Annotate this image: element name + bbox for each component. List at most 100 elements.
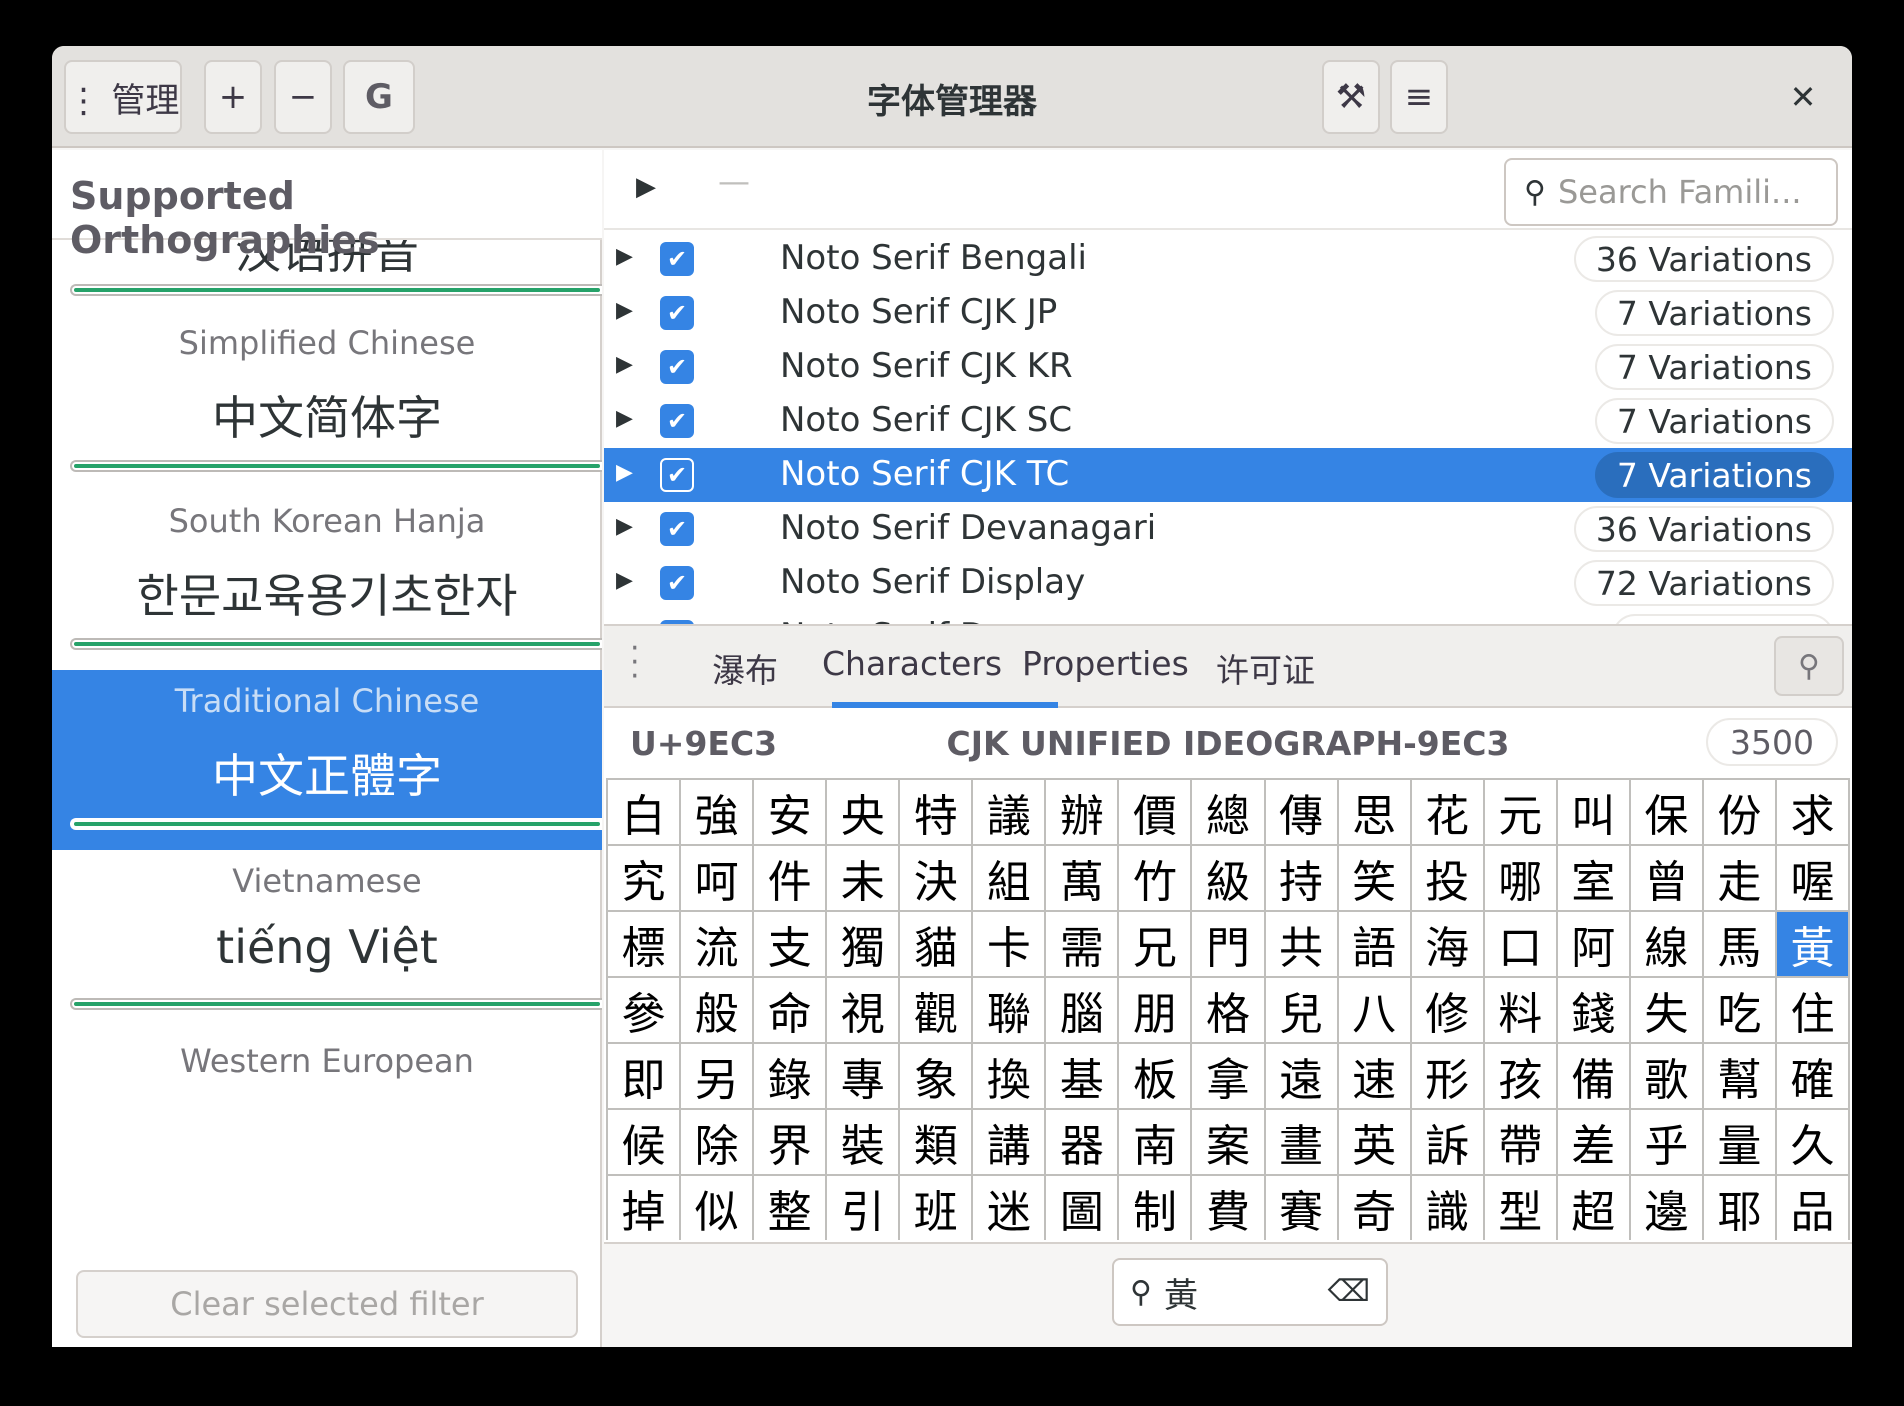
character-cell[interactable]: 失 xyxy=(1630,978,1702,1042)
clear-filter-button[interactable]: Clear selected filter xyxy=(76,1270,578,1338)
character-cell[interactable]: 哪 xyxy=(1484,846,1556,910)
character-search-toggle[interactable]: ⚲ xyxy=(1774,636,1844,696)
character-cell[interactable]: 腦 xyxy=(1046,978,1118,1042)
tab-waterfall[interactable]: 瀑布 xyxy=(712,644,778,692)
character-cell[interactable]: 超 xyxy=(1557,1176,1629,1240)
character-cell[interactable]: 八 xyxy=(1338,978,1410,1042)
character-cell[interactable]: 語 xyxy=(1338,912,1410,976)
orthography-item-vietnamese[interactable]: Vietnamese tiếng Việt xyxy=(52,850,602,1030)
character-cell[interactable]: 形 xyxy=(1411,1044,1483,1108)
character-cell[interactable]: 元 xyxy=(1484,780,1556,844)
character-cell[interactable]: 拿 xyxy=(1192,1044,1264,1108)
character-cell-selected[interactable]: 黃 xyxy=(1776,912,1848,976)
character-cell[interactable]: 久 xyxy=(1776,1110,1848,1174)
character-cell[interactable]: 錄 xyxy=(754,1044,826,1108)
font-row[interactable]: ▶ ✔ Noto Serif Dogra 1 Variation xyxy=(604,610,1852,624)
character-cell[interactable]: 幫 xyxy=(1703,1044,1775,1108)
expand-triangle-icon[interactable]: ▶ xyxy=(616,514,633,539)
character-cell[interactable]: 持 xyxy=(1265,846,1337,910)
character-cell[interactable]: 費 xyxy=(1192,1176,1264,1240)
character-cell[interactable]: 錢 xyxy=(1557,978,1629,1042)
character-cell[interactable]: 裝 xyxy=(827,1110,899,1174)
character-cell[interactable]: 差 xyxy=(1557,1110,1629,1174)
character-cell[interactable]: 兄 xyxy=(1119,912,1191,976)
google-fonts-button[interactable]: G xyxy=(343,60,415,134)
expand-triangle-icon[interactable]: ▶ xyxy=(616,406,633,431)
character-cell[interactable]: 朋 xyxy=(1119,978,1191,1042)
character-cell[interactable]: 總 xyxy=(1192,780,1264,844)
character-cell[interactable]: 識 xyxy=(1411,1176,1483,1240)
character-cell[interactable]: 竹 xyxy=(1119,846,1191,910)
orthography-list[interactable]: 汉语拼音 Simplified Chinese 中文简体字 South Kore… xyxy=(52,240,602,1260)
character-cell[interactable]: 專 xyxy=(827,1044,899,1108)
expand-triangle-icon[interactable]: ▶ xyxy=(616,568,633,593)
character-cell[interactable]: 線 xyxy=(1630,912,1702,976)
character-cell[interactable]: 候 xyxy=(608,1110,680,1174)
drag-handle-icon[interactable]: · · · xyxy=(630,634,644,692)
collapse-all-button[interactable]: — xyxy=(718,162,750,200)
character-cell[interactable]: 英 xyxy=(1338,1110,1410,1174)
font-row-selected[interactable]: ▶ ✔ Noto Serif CJK TC 7 Variations xyxy=(604,448,1852,502)
character-cell[interactable]: 即 xyxy=(608,1044,680,1108)
expand-triangle-icon[interactable]: ▶ xyxy=(616,298,633,323)
character-cell[interactable]: 共 xyxy=(1265,912,1337,976)
character-cell[interactable]: 案 xyxy=(1192,1110,1264,1174)
character-cell[interactable]: 份 xyxy=(1703,780,1775,844)
character-cell[interactable]: 帶 xyxy=(1484,1110,1556,1174)
character-cell[interactable]: 喔 xyxy=(1776,846,1848,910)
add-button[interactable]: + xyxy=(204,60,262,134)
character-cell[interactable]: 笑 xyxy=(1338,846,1410,910)
character-cell[interactable]: 備 xyxy=(1557,1044,1629,1108)
character-cell[interactable]: 命 xyxy=(754,978,826,1042)
character-cell[interactable]: 耶 xyxy=(1703,1176,1775,1240)
character-cell[interactable]: 基 xyxy=(1046,1044,1118,1108)
character-cell[interactable]: 保 xyxy=(1630,780,1702,844)
character-cell[interactable]: 除 xyxy=(681,1110,753,1174)
character-cell[interactable]: 投 xyxy=(1411,846,1483,910)
character-cell[interactable]: 觀 xyxy=(900,978,972,1042)
character-cell[interactable]: 整 xyxy=(754,1176,826,1240)
character-cell[interactable]: 標 xyxy=(608,912,680,976)
character-cell[interactable]: 獨 xyxy=(827,912,899,976)
remove-button[interactable]: − xyxy=(274,60,332,134)
character-cell[interactable]: 吃 xyxy=(1703,978,1775,1042)
character-cell[interactable]: 確 xyxy=(1776,1044,1848,1108)
manage-button[interactable]: ⋮ 管理 xyxy=(64,60,182,134)
character-cell[interactable]: 級 xyxy=(1192,846,1264,910)
character-cell[interactable]: 特 xyxy=(900,780,972,844)
character-cell[interactable]: 格 xyxy=(1192,978,1264,1042)
family-search-input[interactable]: ⚲ Search Famili... xyxy=(1504,158,1838,226)
font-row[interactable]: ▶ ✔ Noto Serif Bengali 36 Variations xyxy=(604,232,1852,286)
character-cell[interactable]: 換 xyxy=(973,1044,1045,1108)
character-cell[interactable]: 未 xyxy=(827,846,899,910)
character-cell[interactable]: 賽 xyxy=(1265,1176,1337,1240)
character-cell[interactable]: 件 xyxy=(754,846,826,910)
orthography-item-traditional-chinese[interactable]: Traditional Chinese 中文正體字 xyxy=(52,670,602,850)
orthography-item-simplified-chinese[interactable]: Simplified Chinese 中文简体字 xyxy=(52,310,602,490)
character-cell[interactable]: 辦 xyxy=(1046,780,1118,844)
character-cell[interactable]: 支 xyxy=(754,912,826,976)
character-grid[interactable]: 白強安央特議辦價總傳思花元叫保份求究呵件未決組萬竹級持笑投哪室曾走喔標流支獨貓卡… xyxy=(606,778,1850,1240)
character-cell[interactable]: 視 xyxy=(827,978,899,1042)
character-cell[interactable]: 流 xyxy=(681,912,753,976)
character-cell[interactable]: 班 xyxy=(900,1176,972,1240)
character-cell[interactable]: 叫 xyxy=(1557,780,1629,844)
font-row[interactable]: ▶ ✔ Noto Serif Devanagari 36 Variations xyxy=(604,502,1852,556)
font-enabled-checkbox[interactable]: ✔ xyxy=(660,566,694,600)
character-cell[interactable]: 萬 xyxy=(1046,846,1118,910)
character-cell[interactable]: 似 xyxy=(681,1176,753,1240)
character-cell[interactable]: 決 xyxy=(900,846,972,910)
character-cell[interactable]: 口 xyxy=(1484,912,1556,976)
close-button[interactable]: ✕ xyxy=(1774,68,1832,126)
expand-all-button[interactable]: ▶ xyxy=(636,172,656,202)
expand-triangle-icon[interactable]: ▶ xyxy=(616,352,633,377)
character-cell[interactable]: 住 xyxy=(1776,978,1848,1042)
character-cell[interactable]: 乎 xyxy=(1630,1110,1702,1174)
character-cell[interactable]: 參 xyxy=(608,978,680,1042)
character-cell[interactable]: 呵 xyxy=(681,846,753,910)
font-enabled-checkbox[interactable]: ✔ xyxy=(660,458,694,492)
character-cell[interactable]: 板 xyxy=(1119,1044,1191,1108)
character-cell[interactable]: 奇 xyxy=(1338,1176,1410,1240)
character-cell[interactable]: 遠 xyxy=(1265,1044,1337,1108)
character-cell[interactable]: 曾 xyxy=(1630,846,1702,910)
